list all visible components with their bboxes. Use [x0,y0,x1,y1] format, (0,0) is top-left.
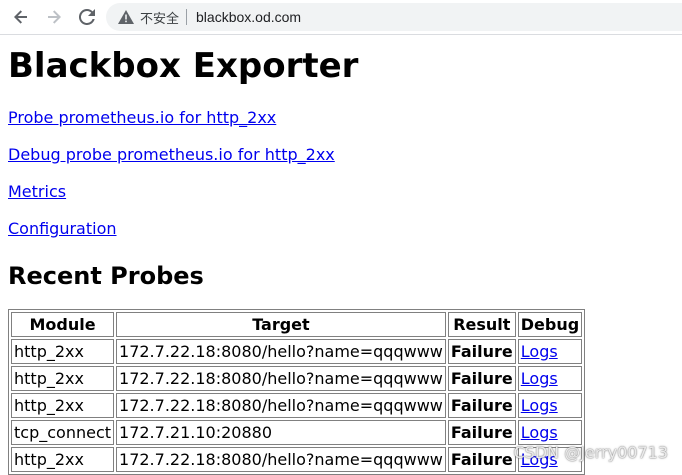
table-row: http_2xx 172.7.22.18:8080/hello?name=qqq… [11,366,582,391]
browser-toolbar: 不安全 blackbox.od.com [0,0,682,35]
recent-probes-heading: Recent Probes [8,261,204,291]
row-result: Failure [448,447,516,472]
arrow-left-icon [13,9,29,25]
address-bar[interactable]: 不安全 blackbox.od.com [106,3,682,31]
forward-button[interactable] [42,5,66,29]
row-result: Failure [448,366,516,391]
row-module: tcp_connect [11,420,114,445]
row-target: 172.7.21.10:20880 [116,420,446,445]
row-result: Failure [448,420,516,445]
table-row: tcp_connect 172.7.21.10:20880 Failure Lo… [11,420,582,445]
header-result: Result [448,312,516,337]
row-debug-cell: Logs [518,366,582,391]
logs-link[interactable]: Logs [521,342,558,361]
row-result: Failure [448,339,516,364]
warning-triangle-icon [118,10,134,24]
logs-link[interactable]: Logs [521,396,558,415]
row-module: http_2xx [11,366,114,391]
url-text[interactable]: blackbox.od.com [196,9,301,25]
logs-link[interactable]: Logs [521,423,558,442]
row-target: 172.7.22.18:8080/hello?name=qqqwww [116,447,446,472]
configuration-link[interactable]: Configuration [8,219,117,239]
recent-probes-table: Module Target Result Debug http_2xx 172.… [8,309,585,475]
omnibox-divider [186,9,187,25]
row-target: 172.7.22.18:8080/hello?name=qqqwww [116,366,446,391]
row-debug-cell: Logs [518,420,582,445]
security-label: 不安全 [140,8,179,27]
reload-icon [79,9,95,25]
table-row: http_2xx 172.7.22.18:8080/hello?name=qqq… [11,339,582,364]
row-result: Failure [448,393,516,418]
row-target: 172.7.22.18:8080/hello?name=qqqwww [116,339,446,364]
back-button[interactable] [9,5,33,29]
table-row: http_2xx 172.7.22.18:8080/hello?name=qqq… [11,447,582,472]
debug-probe-link[interactable]: Debug probe prometheus.io for http_2xx [8,145,335,165]
row-module: http_2xx [11,339,114,364]
row-debug-cell: Logs [518,393,582,418]
security-indicator[interactable]: 不安全 [118,8,179,27]
page-title: Blackbox Exporter [8,46,358,86]
logs-link[interactable]: Logs [521,369,558,388]
reload-button[interactable] [75,5,99,29]
metrics-link[interactable]: Metrics [8,182,66,202]
row-debug-cell: Logs [518,339,582,364]
probe-link[interactable]: Probe prometheus.io for http_2xx [8,108,276,128]
header-module: Module [11,312,114,337]
watermark: CSDN @Jerry00713 [513,443,668,462]
table-header-row: Module Target Result Debug [11,312,582,337]
arrow-right-icon [46,9,62,25]
table-row: http_2xx 172.7.22.18:8080/hello?name=qqq… [11,393,582,418]
row-module: http_2xx [11,393,114,418]
row-module: http_2xx [11,447,114,472]
header-debug: Debug [518,312,582,337]
header-target: Target [116,312,446,337]
row-target: 172.7.22.18:8080/hello?name=qqqwww [116,393,446,418]
